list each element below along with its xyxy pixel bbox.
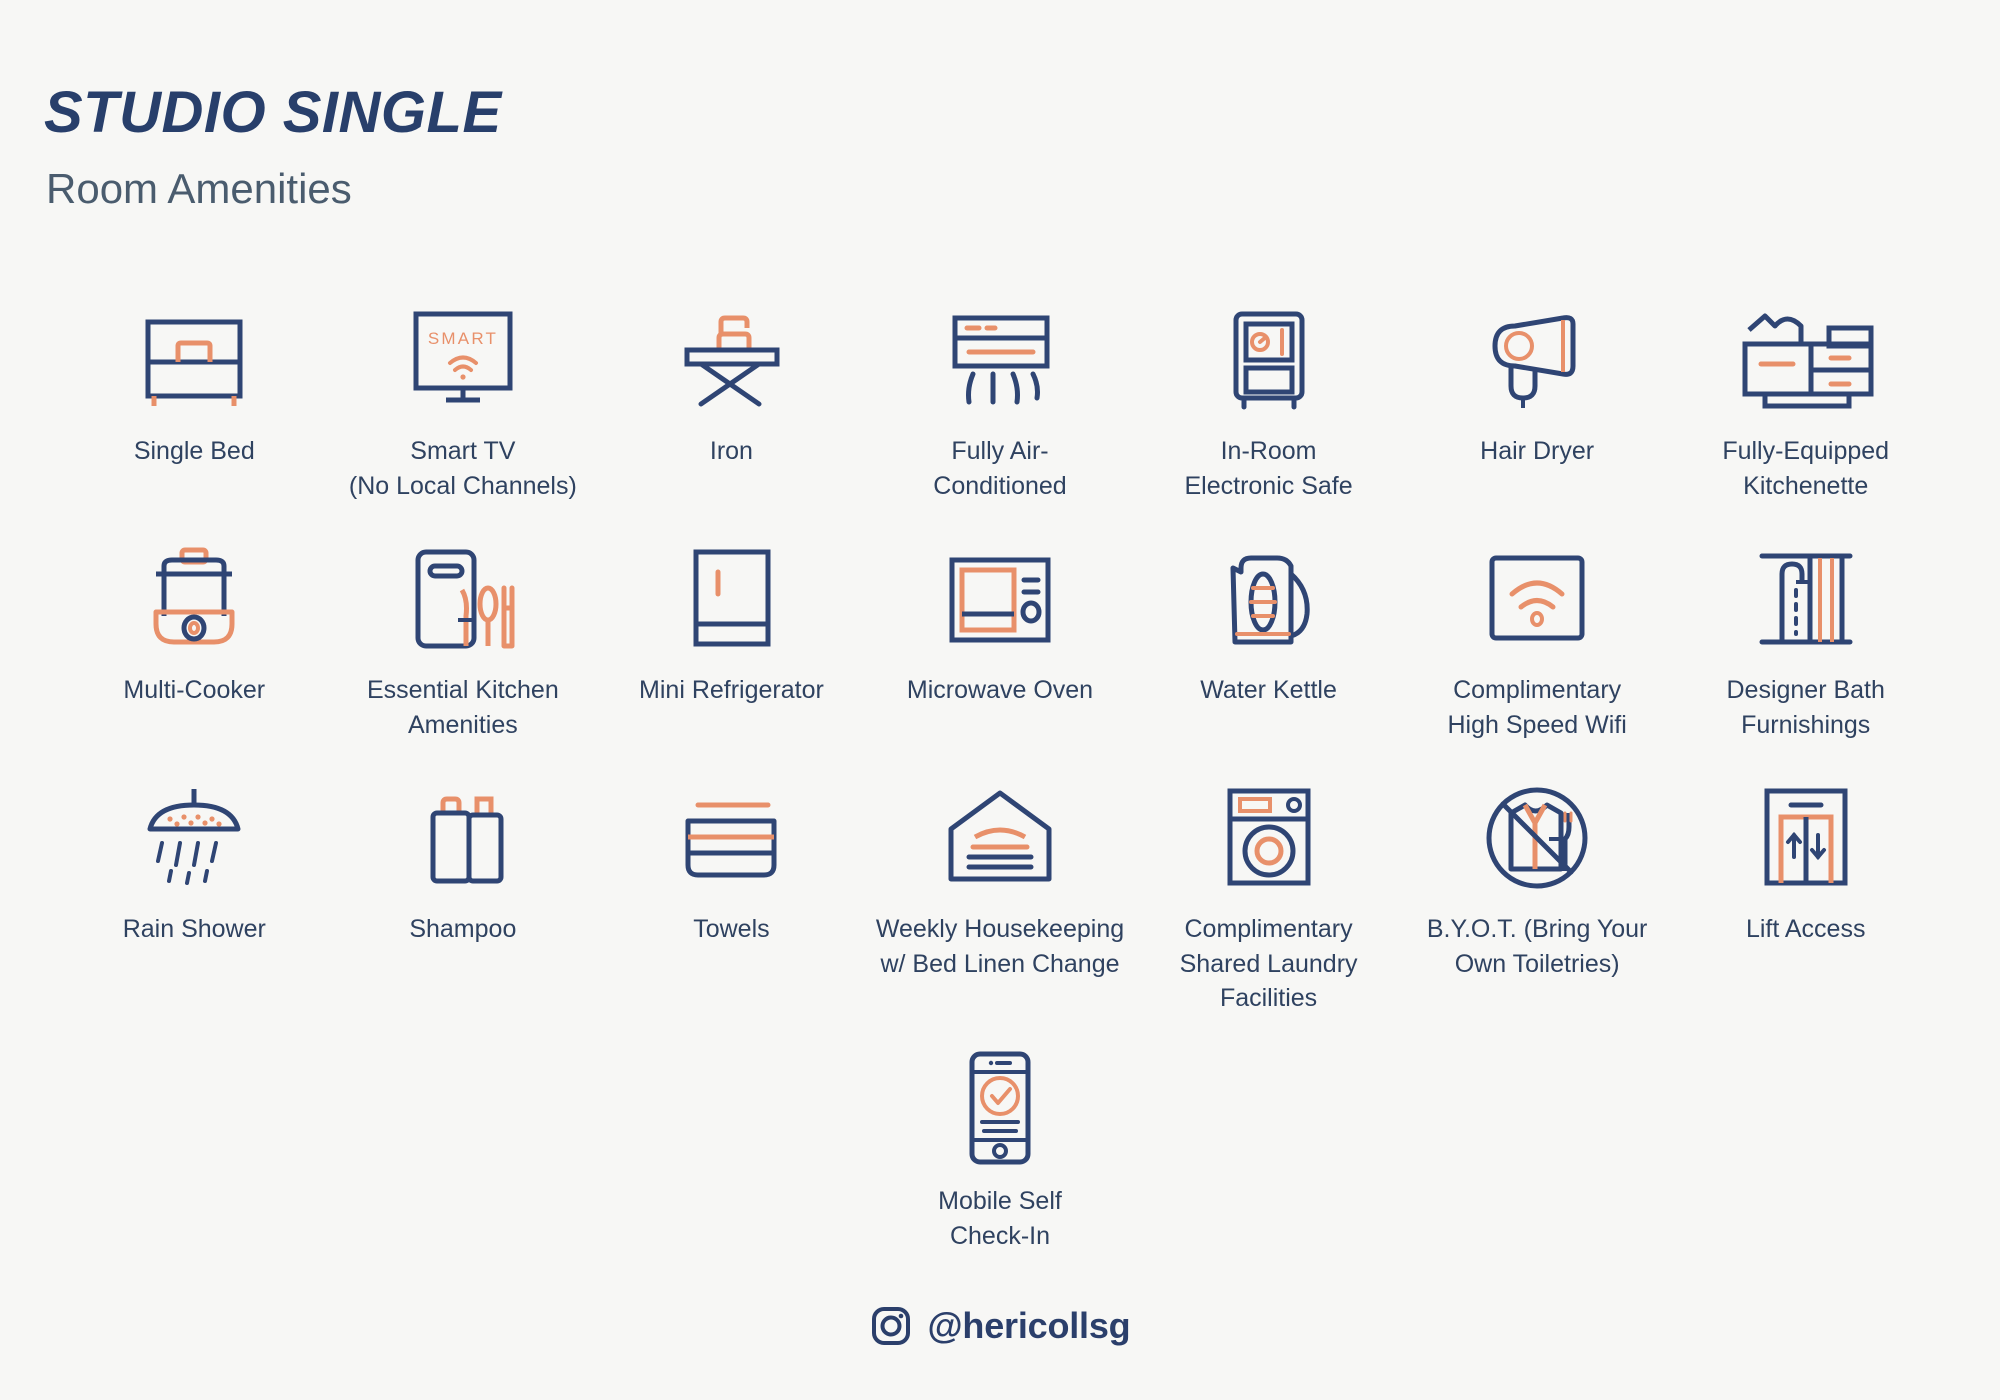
amenity-item: Iron — [597, 300, 866, 503]
amenity-item: Essential Kitchen Amenities — [329, 539, 598, 742]
smart-tv-icon: SMART — [400, 300, 526, 420]
hair-dryer-icon — [1477, 300, 1597, 420]
page-subtitle: Room Amenities — [46, 165, 352, 212]
amenity-label: Essential Kitchen Amenities — [366, 676, 559, 739]
amenity-item: SMART Smart TV (No Local Channels) — [329, 300, 598, 503]
amenity-item: Mobile Self Check-In — [860, 1050, 1140, 1253]
washing-machine-icon — [1214, 778, 1324, 898]
amenity-item: Mini Refrigerator — [597, 539, 866, 742]
social-footer[interactable]: @hericollsg — [0, 1305, 2000, 1347]
single-amenity-row: Mobile Self Check-In — [0, 1050, 2000, 1253]
amenity-item: Water Kettle — [1134, 539, 1403, 742]
amenity-item: Designer Bath Furnishings — [1671, 539, 1940, 742]
amenity-item: Complimentary High Speed Wifi — [1403, 539, 1672, 742]
mobile-checkin-icon — [950, 1050, 1050, 1170]
page-title: STUDIO SINGLE — [44, 80, 502, 145]
amenity-label: B.Y.O.T. (Bring Your Own Toiletries) — [1426, 915, 1648, 978]
amenity-label: Lift Access — [1745, 915, 1866, 943]
no-toiletries-icon — [1477, 778, 1597, 898]
amenity-label: In-Room Electronic Safe — [1184, 437, 1353, 500]
single-bed-icon — [134, 300, 254, 420]
instagram-handle[interactable]: @hericollsg — [928, 1305, 1131, 1347]
amenity-item: Lift Access — [1671, 778, 1940, 1016]
air-conditioner-icon — [937, 300, 1063, 420]
amenity-label: Multi-Cooker — [123, 676, 266, 704]
header: STUDIO SINGLE Room Amenities — [44, 84, 502, 210]
amenities-poster: STUDIO SINGLE Room Amenities Single Bed … — [0, 0, 2000, 1400]
shower-curtain-icon — [1748, 539, 1864, 659]
amenity-item: Complimentary Shared Laundry Facilities — [1134, 778, 1403, 1016]
amenity-item: Multi-Cooker — [60, 539, 329, 742]
amenity-label: Weekly Housekeeping w/ Bed Linen Change — [875, 915, 1125, 978]
amenity-item: Hair Dryer — [1403, 300, 1672, 503]
amenity-item: Microwave Oven — [866, 539, 1135, 742]
amenity-label: Shampoo — [409, 915, 517, 943]
water-kettle-icon — [1211, 539, 1327, 659]
wifi-icon — [1482, 539, 1592, 659]
amenity-item: Rain Shower — [60, 778, 329, 1016]
amenity-label: Hair Dryer — [1480, 437, 1595, 465]
amenity-label: Complimentary Shared Laundry Facilities — [1179, 915, 1358, 1012]
smart-tv-label: SMART — [428, 329, 498, 348]
instagram-icon[interactable] — [870, 1305, 912, 1347]
amenity-item: Weekly Housekeeping w/ Bed Linen Change — [866, 778, 1135, 1016]
amenity-item: Single Bed — [60, 300, 329, 503]
multi-cooker-icon — [136, 539, 252, 659]
amenity-label: Single Bed — [133, 437, 255, 465]
kitchenette-icon — [1731, 300, 1881, 420]
lift-icon — [1751, 778, 1861, 898]
amenity-item: Fully Air- Conditioned — [866, 300, 1135, 503]
amenity-item: Shampoo — [329, 778, 598, 1016]
amenity-item: Fully-Equipped Kitchenette — [1671, 300, 1940, 503]
amenities-grid: Single Bed SMART Smart TV (No Local Chan… — [60, 300, 1940, 1046]
amenity-label: Designer Bath Furnishings — [1726, 676, 1885, 739]
amenity-label: Water Kettle — [1200, 676, 1337, 704]
shampoo-bottles-icon — [405, 778, 521, 898]
amenity-label: Complimentary High Speed Wifi — [1447, 676, 1627, 739]
amenity-item: Towels — [597, 778, 866, 1016]
amenity-label: Smart TV (No Local Channels) — [348, 437, 577, 500]
rain-shower-icon — [134, 778, 254, 898]
housekeeping-bed-icon — [935, 778, 1065, 898]
iron-icon — [671, 300, 791, 420]
amenity-label: Fully-Equipped Kitchenette — [1722, 437, 1890, 500]
amenity-item: B.Y.O.T. (Bring Your Own Toiletries) — [1403, 778, 1672, 1016]
mini-refrigerator-icon — [678, 539, 784, 659]
amenity-label: Mobile Self Check-In — [938, 1187, 1062, 1250]
amenity-label: Iron — [709, 437, 753, 465]
electronic-safe-icon — [1214, 300, 1324, 420]
microwave-oven-icon — [940, 539, 1060, 659]
amenity-label: Fully Air- Conditioned — [933, 437, 1067, 500]
amenity-label: Towels — [693, 915, 770, 943]
amenity-label: Mini Refrigerator — [639, 676, 824, 704]
kitchen-utensils-icon — [400, 539, 526, 659]
amenity-item: In-Room Electronic Safe — [1134, 300, 1403, 503]
towels-icon — [668, 778, 794, 898]
amenity-label: Microwave Oven — [906, 676, 1094, 704]
amenity-label: Rain Shower — [122, 915, 266, 943]
